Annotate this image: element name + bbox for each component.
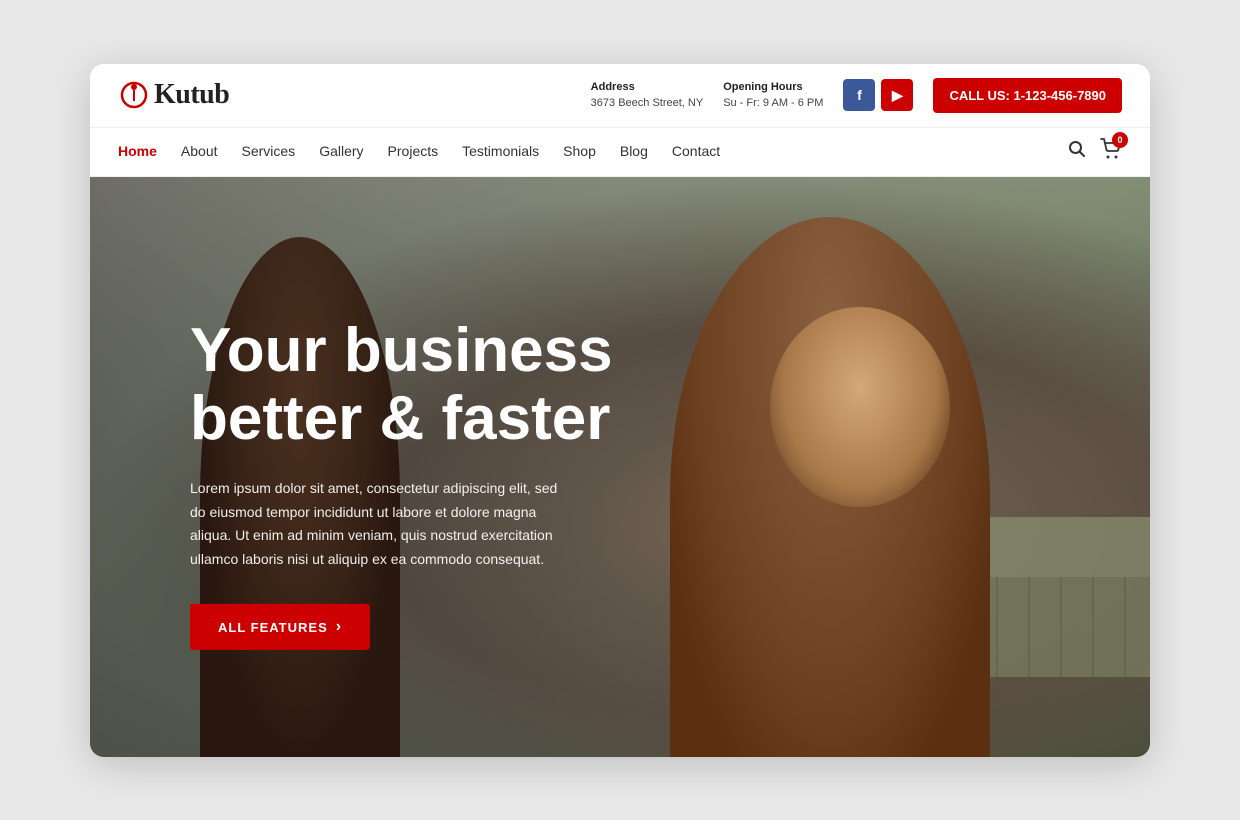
- logo[interactable]: Kutub: [118, 79, 229, 111]
- browser-window: Kutub Address 3673 Beech Street, NY Open…: [90, 64, 1150, 757]
- logo-icon: [118, 79, 150, 111]
- top-bar: Kutub Address 3673 Beech Street, NY Open…: [90, 64, 1150, 128]
- top-bar-right: Address 3673 Beech Street, NY Opening Ho…: [591, 78, 1122, 113]
- hero-description: Lorem ipsum dolor sit amet, consectetur …: [190, 477, 570, 572]
- nav-item-blog[interactable]: Blog: [620, 143, 648, 161]
- hero-section: Your business better & faster Lorem ipsu…: [90, 177, 1150, 757]
- nav-item-contact[interactable]: Contact: [672, 143, 720, 161]
- address-block: Address 3673 Beech Street, NY: [591, 79, 704, 112]
- hero-content: Your business better & faster Lorem ipsu…: [190, 316, 613, 650]
- hero-cta-label: ALL FEATURES: [218, 619, 328, 634]
- hero-face: [770, 307, 950, 507]
- nav-item-projects[interactable]: Projects: [388, 143, 439, 161]
- nav-links: Home About Services Gallery Projects Tes…: [118, 143, 720, 161]
- cart-badge: 0: [1112, 132, 1128, 148]
- hours-value: Su - Fr: 9 AM - 6 PM: [723, 97, 823, 109]
- hero-title-line1: Your business: [190, 315, 613, 384]
- nav-item-about[interactable]: About: [181, 143, 218, 161]
- nav-item-gallery[interactable]: Gallery: [319, 143, 363, 161]
- hours-label: Opening Hours: [723, 79, 823, 96]
- hero-cta-arrow: ›: [336, 618, 342, 636]
- facebook-button[interactable]: f: [843, 79, 875, 111]
- search-button[interactable]: [1068, 140, 1086, 163]
- social-icons: f ▶: [843, 79, 913, 111]
- hero-cta-button[interactable]: ALL FEATURES ›: [190, 604, 370, 650]
- nav-item-home[interactable]: Home: [118, 143, 157, 161]
- nav-item-testimonials[interactable]: Testimonials: [462, 143, 539, 161]
- youtube-button[interactable]: ▶: [881, 79, 913, 111]
- logo-text: Kutub: [154, 79, 229, 111]
- address-label: Address: [591, 79, 704, 96]
- nav-bar: Home About Services Gallery Projects Tes…: [90, 128, 1150, 177]
- nav-item-shop[interactable]: Shop: [563, 143, 596, 161]
- call-button[interactable]: CALL US: 1-123-456-7890: [933, 78, 1122, 113]
- hours-block: Opening Hours Su - Fr: 9 AM - 6 PM: [723, 79, 823, 112]
- hero-title: Your business better & faster: [190, 316, 613, 452]
- hero-title-line2: better & faster: [190, 384, 610, 453]
- address-value: 3673 Beech Street, NY: [591, 97, 704, 109]
- cart-button[interactable]: 0: [1100, 138, 1122, 166]
- nav-item-services[interactable]: Services: [242, 143, 296, 161]
- nav-right: 0: [1068, 138, 1122, 166]
